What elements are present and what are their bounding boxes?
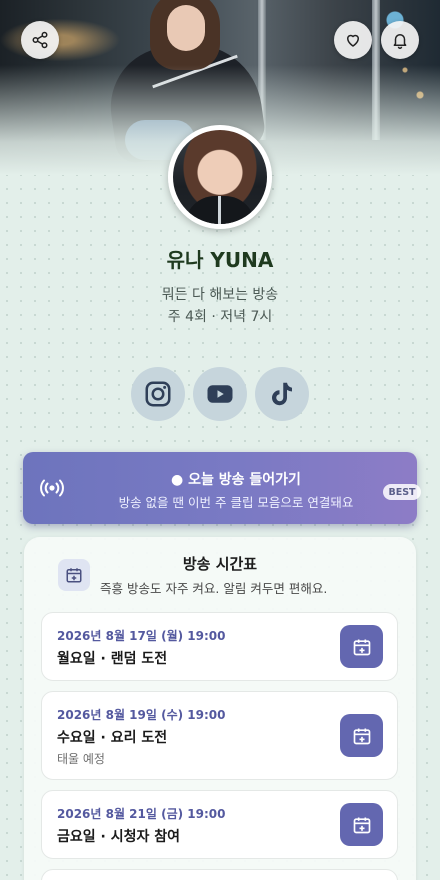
- schedule-card: 방송 시간표 즉흥 방송도 자주 켜요. 알림 켜두면 편해요. 2026년 8…: [24, 537, 416, 880]
- avatar-zip: [218, 196, 221, 224]
- add-to-calendar-button[interactable]: [340, 714, 383, 757]
- bell-icon: [393, 34, 407, 49]
- share-icon: [32, 31, 48, 49]
- event-title: 월요일 · 랜덤 도전: [57, 651, 168, 667]
- schedule-event: 2026년 8월 17일 (월) 19:00 월요일 · 랜덤 도전: [41, 612, 398, 681]
- schedule-event: 2026년 8월 19일 (수) 19:00 수요일 · 요리 도전 태울 예정: [41, 691, 398, 780]
- cover-pole-decoration: [258, 0, 266, 140]
- broadcast-icon: [40, 479, 64, 497]
- youtube-link[interactable]: [193, 367, 247, 421]
- profile-schedule-summary: 주 4회 · 저녁 7시: [167, 309, 273, 325]
- schedule-event: 2026년 8월 21일 (금) 19:00 금요일 · 시청자 참여: [41, 790, 398, 859]
- schedule-event-partial: [41, 869, 398, 880]
- profile-name: 유나 YUNA: [166, 248, 274, 272]
- share-button[interactable]: [21, 21, 59, 59]
- add-to-calendar-button[interactable]: [340, 625, 383, 668]
- youtube-icon: [207, 385, 233, 403]
- notification-button[interactable]: [381, 21, 419, 59]
- live-banner-subtitle: 방송 없을 땐 이번 주 클립 모음으로 연결돼요: [118, 495, 354, 510]
- instagram-link[interactable]: [131, 367, 185, 421]
- event-title: 수요일 · 요리 도전: [57, 730, 168, 746]
- add-to-calendar-button[interactable]: [340, 803, 383, 846]
- instagram-icon: [145, 381, 171, 407]
- tiktok-link[interactable]: [255, 367, 309, 421]
- schedule-title: 방송 시간표: [182, 555, 258, 573]
- heart-icon: [347, 34, 359, 47]
- tiktok-icon: [272, 382, 292, 406]
- cover-person-face: [167, 5, 205, 51]
- event-title: 금요일 · 시청자 참여: [57, 829, 180, 845]
- favorite-button[interactable]: [334, 21, 372, 59]
- live-banner-title: ● 오늘 방송 들어가기: [171, 472, 301, 488]
- calendar-add-icon: [353, 639, 370, 655]
- event-date: 2026년 8월 19일 (수) 19:00: [57, 708, 226, 722]
- event-date: 2026년 8월 17일 (월) 19:00: [57, 629, 226, 643]
- avatar: [168, 125, 272, 229]
- schedule-subtitle: 즉흥 방송도 자주 켜요. 알림 켜두면 편해요.: [100, 581, 328, 596]
- live-banner-button[interactable]: ● 오늘 방송 들어가기 방송 없을 땐 이번 주 클립 모음으로 연결돼요 B…: [23, 452, 421, 524]
- profile-tagline: 뭐든 다 해보는 방송: [161, 287, 279, 303]
- calendar-add-icon: [353, 817, 370, 833]
- calendar-add-icon: [353, 728, 370, 744]
- event-date: 2026년 8월 21일 (금) 19:00: [57, 807, 226, 821]
- cover-pole-decoration: [372, 0, 380, 140]
- best-badge: BEST: [383, 484, 421, 500]
- event-note: 태울 예정: [57, 752, 105, 766]
- profile-page: 유나 YUNA 뭐든 다 해보는 방송 주 4회 · 저녁 7시 ● 오늘 방송…: [0, 0, 440, 880]
